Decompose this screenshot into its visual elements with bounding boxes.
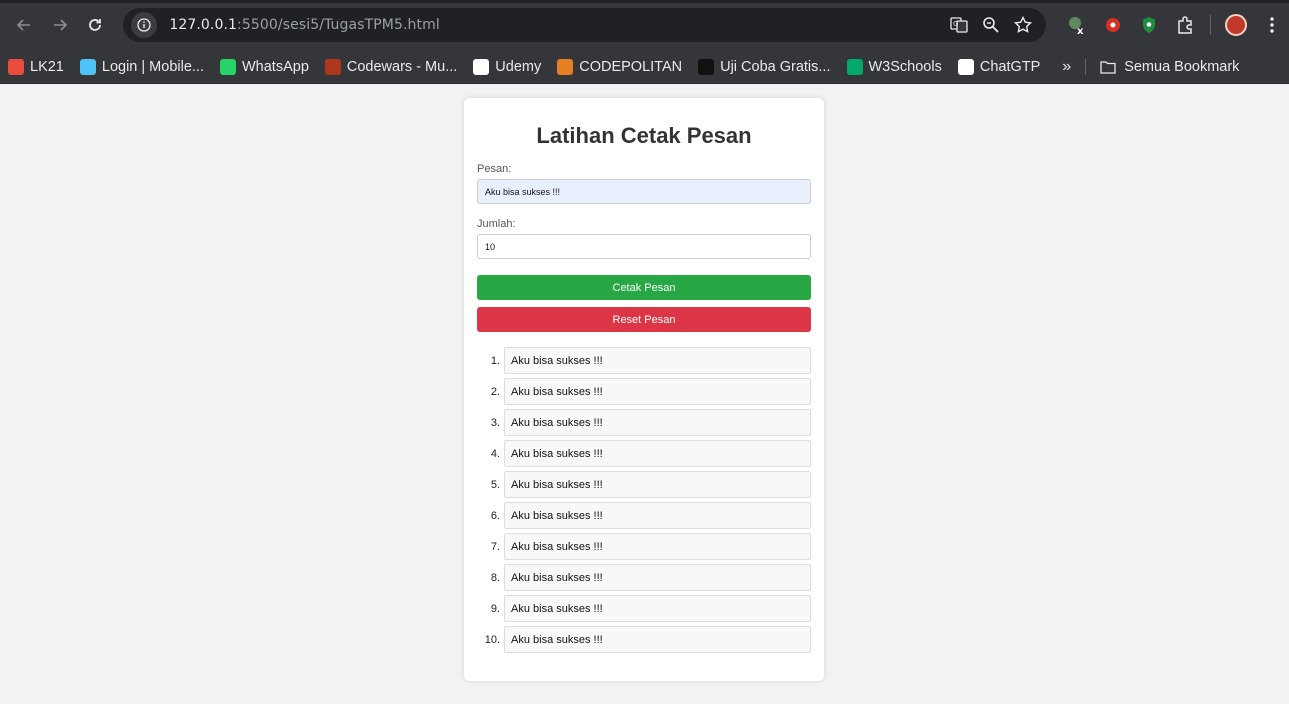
translate-icon[interactable]: G	[950, 16, 968, 34]
arrow-right-icon	[53, 19, 67, 31]
extension-shield-icon[interactable]	[1138, 14, 1160, 36]
udemy-icon	[473, 58, 490, 75]
bookmark-label: CODEPOLITAN	[579, 58, 683, 75]
bookmark-item[interactable]: LK21	[8, 58, 64, 75]
bookmark-item[interactable]: W3Schools	[846, 58, 942, 75]
toolbar-separator	[1209, 15, 1211, 35]
codepolitan-icon	[557, 58, 574, 75]
folder-icon	[1100, 60, 1116, 74]
whatsapp-icon	[219, 58, 236, 75]
list-item: 2. Aku bisa sukses !!!	[477, 378, 811, 405]
bookmark-label: W3Schools	[868, 58, 942, 75]
address-bar[interactable]: 127.0.0.1:5500/sesi5/TugasTPM5.html G	[123, 8, 1046, 42]
bookmark-label: LK21	[30, 58, 64, 75]
bookmarks-bar: LK21 Login | Mobile... WhatsApp Codewars - …	[0, 50, 1289, 84]
jumlah-label: Jumlah:	[477, 218, 516, 230]
list-item-number: 2.	[490, 385, 500, 398]
page-title: Latihan Cetak Pesan	[536, 123, 752, 148]
bookmark-label: WhatsApp	[241, 58, 309, 75]
reload-icon	[89, 19, 102, 31]
bookmark-item[interactable]: CODEPOLITAN	[557, 58, 683, 75]
list-item: 5. Aku bisa sukses !!!	[477, 471, 811, 498]
list-item-number: 3.	[490, 416, 500, 429]
forward-button[interactable]	[42, 7, 78, 43]
zoom-icon[interactable]	[982, 16, 1000, 34]
bookmark-item[interactable]: WhatsApp	[219, 58, 309, 75]
all-bookmarks-label: Semua Bookmark	[1124, 58, 1240, 75]
list-item-number: 1.	[490, 354, 500, 367]
bookmark-item[interactable]: Udemy	[473, 58, 542, 75]
back-button[interactable]	[6, 7, 42, 43]
list-item-number: 10.	[484, 633, 500, 646]
bookmark-item[interactable]: ChatGTP	[957, 58, 1041, 75]
message-text: Aku bisa sukses !!!	[504, 502, 811, 529]
all-bookmarks-folder[interactable]: Semua Bookmark	[1100, 59, 1239, 75]
extensions-puzzle-icon[interactable]	[1174, 14, 1196, 36]
bookmark-label: Uji Coba Gratis...	[720, 58, 831, 75]
profile-avatar[interactable]	[1224, 14, 1247, 36]
message-text: Aku bisa sukses !!!	[504, 378, 811, 405]
arrow-left-icon	[16, 19, 30, 31]
lk21-icon	[8, 58, 24, 75]
list-item-number: 9.	[490, 602, 500, 615]
svg-text:G: G	[953, 20, 958, 28]
message-text: Aku bisa sukses !!!	[504, 440, 811, 467]
bookmark-item[interactable]: Codewars - Mu...	[324, 58, 458, 75]
message-text: Aku bisa sukses !!!	[504, 409, 811, 436]
list-item-number: 6.	[490, 509, 500, 522]
bookmark-label: ChatGTP	[979, 58, 1041, 75]
page-viewport: Latihan Cetak Pesan Pesan: Jumlah: Cetak…	[0, 84, 1289, 704]
message-list: 1. Aku bisa sukses !!! 2. Aku bisa sukses !…	[477, 347, 811, 653]
list-item: 10. Aku bisa sukses !!!	[477, 626, 811, 653]
list-item-number: 5.	[490, 478, 500, 491]
menu-kebab-icon[interactable]	[1261, 14, 1283, 36]
chatgpt-icon	[957, 58, 974, 75]
print-message-button[interactable]: Cetak Pesan	[477, 275, 811, 300]
list-item: 6. Aku bisa sukses !!!	[477, 502, 811, 529]
reload-button[interactable]	[78, 7, 114, 43]
message-text: Aku bisa sukses !!!	[504, 595, 811, 622]
extension-record-icon[interactable]	[1102, 14, 1124, 36]
list-item: 9. Aku bisa sukses !!!	[477, 595, 811, 622]
svg-text:x: x	[1077, 26, 1084, 36]
message-text: Aku bisa sukses !!!	[504, 347, 811, 374]
bookmark-item[interactable]: Uji Coba Gratis...	[698, 58, 831, 75]
login-icon	[79, 58, 96, 75]
extension-x-icon[interactable]: x	[1066, 14, 1088, 36]
list-item: 3. Aku bisa sukses !!!	[477, 409, 811, 436]
url-text: 127.0.0.1:5500/sesi5/TugasTPM5.html	[169, 17, 439, 33]
pesan-input[interactable]	[477, 179, 811, 204]
message-text: Aku bisa sukses !!!	[504, 626, 811, 653]
message-text: Aku bisa sukses !!!	[504, 471, 811, 498]
bookmarks-separator	[1085, 58, 1087, 75]
bookmark-label: Login | Mobile...	[101, 58, 204, 75]
message-card: Latihan Cetak Pesan Pesan: Jumlah: Cetak…	[464, 98, 824, 681]
browser-toolbar: 127.0.0.1:5500/sesi5/TugasTPM5.html G x	[0, 0, 1289, 50]
list-item: 4. Aku bisa sukses !!!	[477, 440, 811, 467]
list-item: 7. Aku bisa sukses !!!	[477, 533, 811, 560]
message-text: Aku bisa sukses !!!	[504, 533, 811, 560]
more-bookmarks-button[interactable]: »	[1062, 58, 1071, 76]
jumlah-input[interactable]	[477, 234, 811, 259]
pesan-label: Pesan:	[477, 163, 512, 175]
bookmark-label: Udemy	[495, 58, 542, 75]
bookmark-label: Codewars - Mu...	[346, 58, 458, 75]
list-item-number: 4.	[490, 447, 500, 460]
reset-message-button[interactable]: Reset Pesan	[477, 307, 811, 332]
bookmark-star-icon[interactable]	[1013, 16, 1032, 34]
site-info-icon[interactable]	[131, 12, 158, 38]
list-item: 8. Aku bisa sukses !!!	[477, 564, 811, 591]
codewars-icon	[324, 58, 341, 75]
message-text: Aku bisa sukses !!!	[504, 564, 811, 591]
hr-icon	[698, 58, 715, 75]
list-item-number: 7.	[490, 540, 500, 553]
w3schools-icon	[846, 58, 863, 75]
list-item-number: 8.	[490, 571, 500, 584]
list-item: 1. Aku bisa sukses !!!	[477, 347, 811, 374]
bookmark-item[interactable]: Login | Mobile...	[79, 58, 204, 75]
url-path: :5500/sesi5/TugasTPM5.html	[237, 17, 440, 33]
url-host: 127.0.0.1	[169, 17, 238, 33]
